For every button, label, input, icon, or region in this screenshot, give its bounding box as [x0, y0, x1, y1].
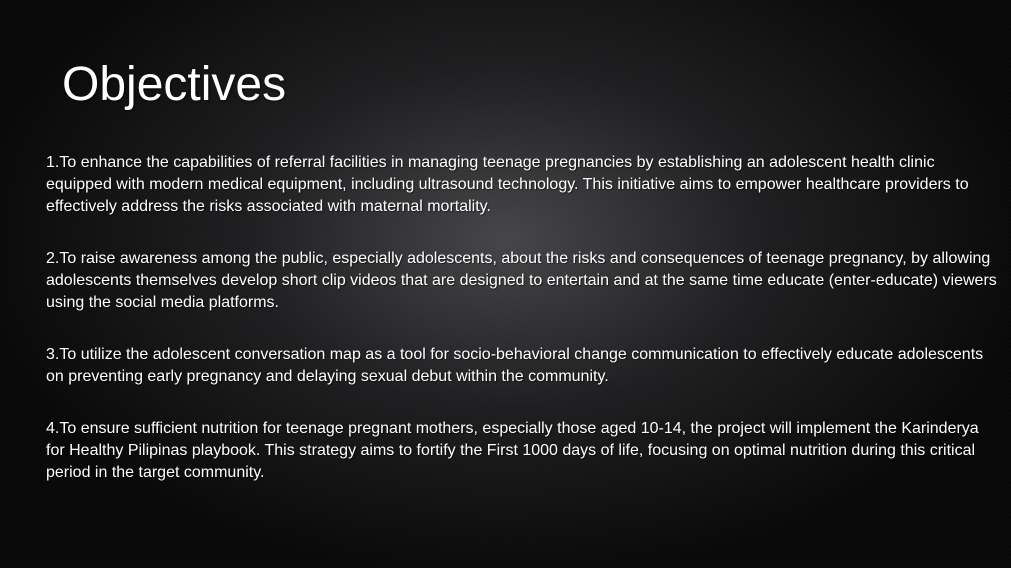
presentation-slide: Objectives 1.To enhance the capabilities… [0, 0, 1011, 568]
objectives-list: 1.To enhance the capabilities of referra… [46, 152, 998, 484]
objective-item-2: 2.To raise awareness among the public, e… [46, 250, 997, 311]
slide-title: Objectives [62, 58, 287, 111]
objective-item-4: 4.To ensure sufficient nutrition for tee… [46, 420, 979, 481]
objective-item-3: 3.To utilize the adolescent conversation… [46, 346, 984, 385]
objective-item-1: 1.To enhance the capabilities of referra… [46, 154, 969, 215]
